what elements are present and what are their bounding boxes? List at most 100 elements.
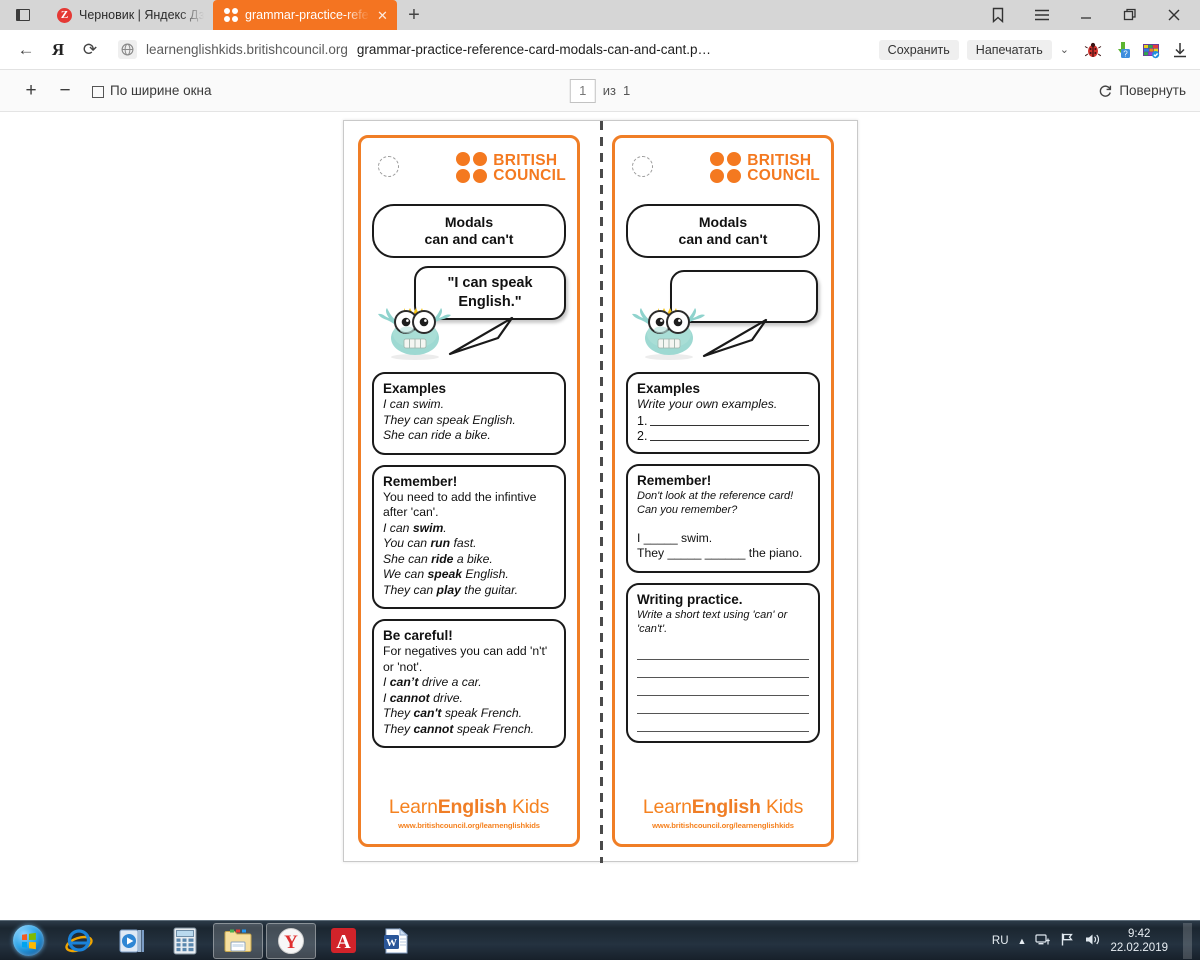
sidebar-toggle-button[interactable] [0,0,46,30]
numbered-blank-row[interactable]: 2. [637,428,809,443]
box-heading: Be careful! [383,628,453,643]
clock[interactable]: 9:42 22.02.2019 [1110,927,1168,955]
yandex-home-button[interactable]: Я [42,34,74,66]
bug-icon[interactable] [1083,40,1103,60]
svg-text:A: A [336,931,351,953]
fit-to-width-button[interactable]: По ширине окна [92,83,211,98]
volume-icon[interactable] [1084,932,1101,950]
writing-line[interactable] [637,718,809,732]
action-center-flag-icon[interactable] [1060,932,1075,950]
card-header: BRITISH COUNCIL [372,148,566,200]
download-icon[interactable] [1170,40,1190,60]
close-window-button[interactable] [1152,0,1196,30]
taskbar-item-yandex-browser[interactable]: Y [265,922,316,959]
taskbar-item-microsoft-word[interactable]: W [372,923,422,959]
reference-card: BRITISH COUNCIL Modals can and can't "I … [358,135,580,847]
save-button[interactable]: Сохранить [878,39,959,60]
page-total: 1 [623,83,631,98]
svg-text:W: W [386,937,397,949]
gap-fill-line[interactable]: They _____ ______ the piano. [637,546,809,562]
rotate-label: Повернуть [1119,83,1186,98]
windows-taskbar: Y A W RU ▲ 9:42 22.02.2019 [0,920,1200,960]
download-helper-icon[interactable]: ? [1112,40,1132,60]
zoom-in-button[interactable]: + [14,76,48,106]
bookmark-icon[interactable] [976,0,1020,30]
learnenglish-kids-logo: LearnEnglish Kids www.britishcouncil.org… [629,796,817,830]
learnenglish-kids-logo: LearnEnglish Kids www.britishcouncil.org… [375,796,563,830]
example-line: I can swim. [383,397,444,411]
monster-character-icon [632,308,705,360]
taskbar-item-media-player[interactable] [107,923,157,959]
monster-speech-row: "I can speak English." [372,264,566,362]
reload-button[interactable]: ⟳ [74,34,106,66]
network-icon[interactable] [1035,932,1051,950]
tab-title: Черновик | Яндекс Дзен [79,8,204,22]
extension-icons: ? [1077,40,1190,60]
internet-explorer-icon [64,928,93,952]
gap-fill-line[interactable]: I _____ swim. [637,531,809,547]
remember-line: They can play the guitar. [383,582,519,597]
show-hidden-icons-button[interactable]: ▲ [1018,936,1027,946]
punch-hole-icon [632,156,653,177]
remember-line: You can run fast. [383,536,477,550]
minimize-button[interactable] [1064,0,1108,30]
menu-icon[interactable] [1020,0,1064,30]
rotate-button[interactable]: Повернуть [1098,83,1186,98]
monster-character-icon [378,308,451,360]
tab-yandex-zen[interactable]: Z Черновик | Яндекс Дзен [46,0,213,30]
browser-tab-bar: Z Черновик | Яндекс Дзен grammar-practic… [0,0,1200,30]
maximize-button[interactable] [1108,0,1152,30]
careful-line: I can’t drive a car. [383,675,482,689]
chevron-down-icon[interactable]: ⌄ [1052,43,1077,56]
card-title: Modals can and can't [372,204,566,258]
box-heading: Examples [637,381,701,396]
fit-width-icon [92,85,104,98]
numbered-blank-row[interactable]: 1. [637,413,809,428]
box-heading: Remember! [383,473,458,489]
close-icon[interactable]: ✕ [377,9,388,22]
writing-line[interactable] [637,700,809,714]
writing-line[interactable] [637,664,809,678]
zoom-out-button[interactable]: − [48,76,82,106]
british-council-dots-icon [710,152,742,183]
careful-intro: For negatives you can add 'n't' or 'not'… [383,644,548,674]
taskbar-item-adobe-acrobat[interactable]: A [319,923,369,959]
british-council-logo: BRITISH COUNCIL [456,148,566,183]
url-field[interactable]: learnenglishkids.britishcouncil.org gram… [112,36,879,64]
language-indicator[interactable]: RU [992,935,1009,947]
new-tab-button[interactable]: + [397,0,431,30]
monster-speech-row [626,264,820,362]
remember-practice-box: Remember! Don't look at the reference ca… [626,463,820,573]
url-path: grammar-practice-reference-card-modals-c… [356,42,711,57]
pdf-viewport[interactable]: BRITISH COUNCIL Modals can and can't "I … [0,112,1200,920]
show-desktop-button[interactable] [1183,922,1192,959]
box-instruction: Don't look at the reference card! [637,489,794,502]
archiver-icon[interactable] [1141,40,1161,60]
microsoft-word-icon: W [384,927,409,953]
globe-icon [118,40,137,59]
box-instruction: Write your own examples. [637,397,778,411]
svg-text:Y: Y [284,932,298,953]
blank-line[interactable] [650,413,809,426]
start-button[interactable] [4,924,52,958]
taskbar-item-file-explorer[interactable] [212,922,263,959]
writing-line[interactable] [637,682,809,696]
british-council-wordmark: BRITISH COUNCIL [747,151,820,184]
remember-line: She can ride a bike. [383,551,493,566]
perforation-cut-line [600,121,603,863]
taskbar-item-calculator[interactable] [160,923,210,959]
writing-line[interactable] [637,646,809,660]
british-council-dots-icon [456,152,488,183]
file-explorer-icon [224,929,251,952]
box-heading: Examples [383,381,447,396]
be-careful-box: Be careful! For negatives you can add 'n… [372,619,566,748]
svg-text:?: ? [1123,49,1128,58]
british-council-wordmark: BRITISH COUNCIL [493,151,566,184]
back-button[interactable]: ← [10,34,42,66]
print-button[interactable]: Напечатать [966,39,1052,60]
tab-grammar-practice[interactable]: grammar-practice-refere ✕ [213,0,397,30]
page-number-input[interactable]: 1 [569,78,596,103]
taskbar-item-internet-explorer[interactable] [54,923,104,959]
blank-line[interactable] [650,428,809,441]
careful-line: They can't speak French. [383,706,523,720]
